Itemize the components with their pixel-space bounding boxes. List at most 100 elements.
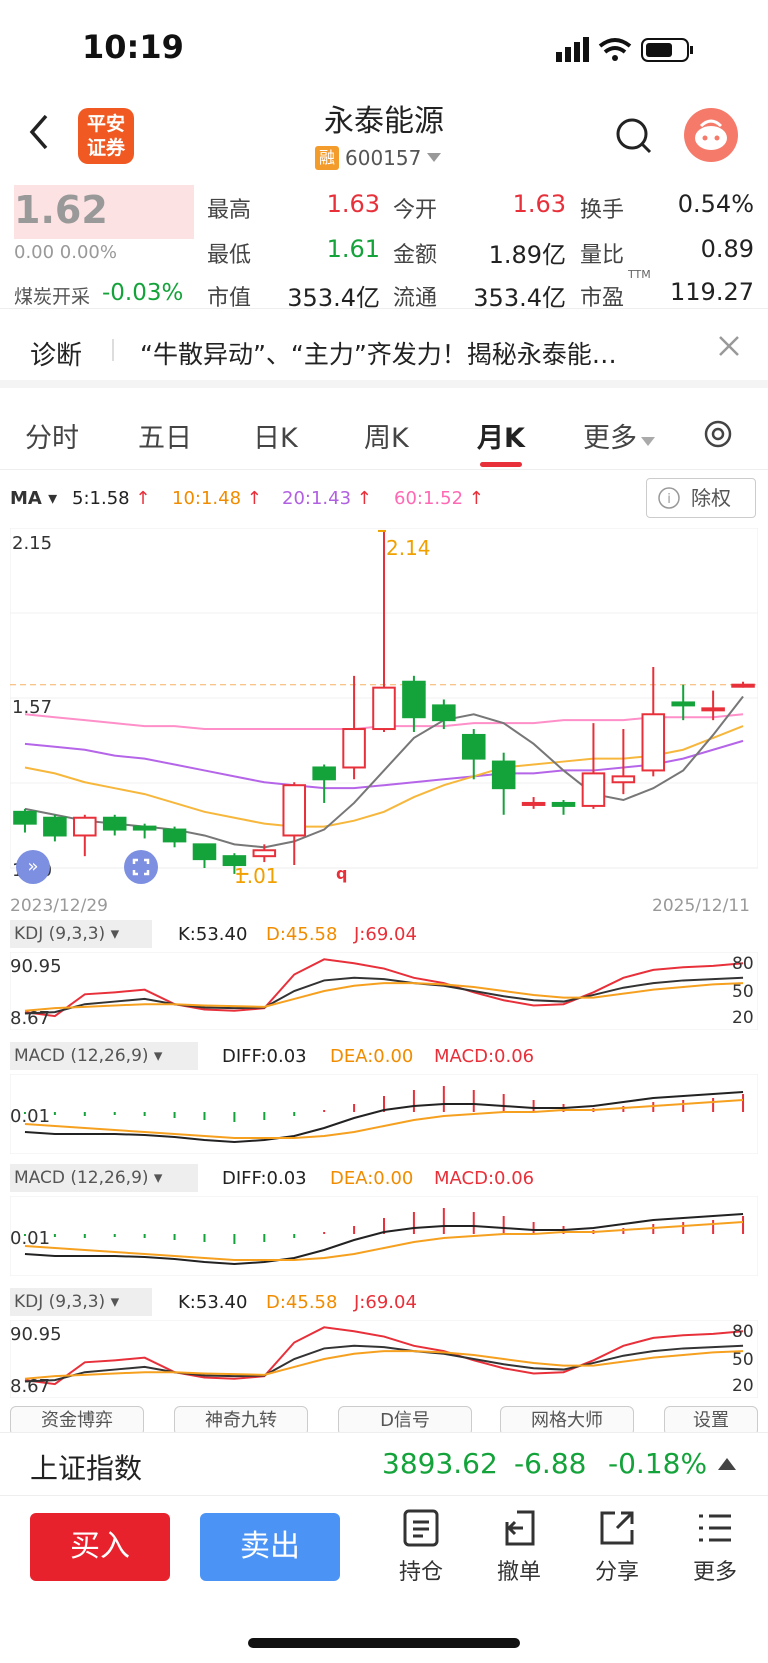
buy-button[interactable]: 买入 bbox=[30, 1513, 170, 1581]
panel-border bbox=[10, 1196, 758, 1276]
event-marker[interactable]: q bbox=[336, 864, 347, 883]
macd-chart bbox=[10, 1074, 758, 1154]
fullscreen-button[interactable] bbox=[124, 850, 158, 884]
quote-value: 1.63 bbox=[326, 190, 380, 218]
tab-more[interactable]: 更多 bbox=[583, 416, 655, 455]
fullscreen-icon bbox=[132, 858, 150, 876]
index-value: 3893.62 bbox=[382, 1447, 498, 1480]
stock-code: 600157 bbox=[345, 146, 422, 170]
ma10-value: 10:1.48 ↑ bbox=[172, 488, 262, 509]
candle-body bbox=[731, 683, 755, 688]
undo-order-icon bbox=[505, 1510, 535, 1546]
ex-rights-label: 除权 bbox=[691, 486, 731, 510]
kdj-level-80: 80 bbox=[732, 1322, 754, 1342]
candle-body bbox=[581, 772, 606, 807]
kdj-j-line bbox=[24, 1326, 744, 1386]
kdj-d: D:45.58 bbox=[266, 924, 338, 945]
cancel-label: 撤单 bbox=[496, 1560, 541, 1585]
more-button[interactable]: 更多 bbox=[680, 1508, 750, 1586]
candle-body bbox=[701, 707, 725, 712]
tab-weekly-k[interactable]: 周K bbox=[364, 416, 409, 455]
macd-dea: DEA:0.00 bbox=[330, 1046, 414, 1067]
kdj-axis-top: 90.95 bbox=[10, 1324, 62, 1345]
tab-intraday[interactable]: 分时 bbox=[25, 416, 79, 455]
candle-body bbox=[132, 825, 157, 831]
low-marker-label: 1.01 bbox=[234, 864, 279, 888]
candle-body bbox=[521, 801, 546, 806]
macd-selector[interactable]: MACD (12,26,9) ▾ bbox=[10, 1042, 198, 1070]
candle-body bbox=[312, 766, 336, 781]
assistant-button[interactable] bbox=[684, 108, 738, 162]
diagnosis-headline[interactable]: “牛散异动”、“主力”齐发力！揭秘永泰能… bbox=[140, 335, 617, 371]
kdj-k: K:53.40 bbox=[178, 1292, 248, 1313]
search-button[interactable] bbox=[614, 116, 654, 156]
signal-wifi-battery-icon bbox=[556, 37, 693, 62]
document-icon bbox=[403, 1509, 439, 1547]
ex-rights-button[interactable]: i 除权 bbox=[646, 478, 756, 518]
period-tabs: 分时 五日 日K 周K 月K 更多 bbox=[0, 400, 768, 470]
tab-five-day[interactable]: 五日 bbox=[138, 416, 192, 455]
gear-icon bbox=[704, 420, 732, 448]
caret-up-icon[interactable] bbox=[718, 1457, 736, 1471]
quote-label: 最低 bbox=[207, 243, 252, 268]
macd-axis: 0.01 bbox=[10, 1228, 51, 1249]
ma10-line bbox=[24, 725, 744, 828]
candle-body bbox=[13, 810, 37, 825]
candle-body bbox=[282, 784, 307, 837]
quote-label: 最高 bbox=[207, 198, 252, 223]
macd-dea: DEA:0.00 bbox=[330, 1168, 414, 1189]
diagnosis-bar[interactable]: 诊断 “牛散异动”、“主力”齐发力！揭秘永泰能… bbox=[0, 308, 768, 388]
macd-title: MACD (12,26,9) bbox=[14, 1168, 149, 1188]
menu-icon bbox=[699, 1514, 731, 1542]
active-tab-indicator bbox=[480, 462, 522, 467]
macd-chart-2 bbox=[10, 1196, 758, 1276]
close-icon bbox=[719, 336, 739, 356]
quote-label: 今开 bbox=[393, 198, 438, 223]
sector-name[interactable]: 煤炭开采 bbox=[14, 282, 90, 309]
chart-settings-button[interactable] bbox=[700, 416, 736, 452]
kdj-level-20: 20 bbox=[732, 1376, 754, 1396]
tab-daily-k[interactable]: 日K bbox=[253, 416, 298, 455]
current-price: 1.62 bbox=[14, 188, 108, 232]
candle-body bbox=[372, 686, 396, 731]
more-label: 更多 bbox=[692, 1560, 737, 1585]
kdj-j: J:69.04 bbox=[354, 1292, 417, 1313]
double-chevron-icon: » bbox=[27, 856, 39, 877]
candle-body bbox=[671, 701, 695, 707]
ma5-value: 5:1.58 ↑ bbox=[72, 488, 151, 509]
kdj-j: J:69.04 bbox=[354, 924, 417, 945]
ma-label[interactable]: MA ▾ bbox=[10, 488, 57, 509]
expand-chart-button[interactable]: » bbox=[16, 850, 50, 884]
date-end: 2025/12/11 bbox=[652, 896, 750, 916]
share-label: 分享 bbox=[594, 1560, 639, 1585]
kdj-level-20: 20 bbox=[732, 1008, 754, 1028]
kdj-chart-2 bbox=[10, 1320, 758, 1398]
candle-body bbox=[102, 816, 127, 831]
kdj-axis-bottom: 8.67 bbox=[10, 1008, 51, 1029]
share-button[interactable]: 分享 bbox=[582, 1508, 652, 1586]
cancel-order-button[interactable]: 撤单 bbox=[484, 1508, 554, 1586]
macd-diff: DIFF:0.03 bbox=[222, 1168, 307, 1189]
candle-body bbox=[461, 733, 486, 760]
ma-text: MA bbox=[10, 488, 42, 509]
index-ticker[interactable]: 上证指数 3893.62 -6.88 -0.18% bbox=[0, 1432, 768, 1496]
kdj-selector[interactable]: KDJ (9,3,3) ▾ bbox=[10, 920, 152, 948]
macd-selector-2[interactable]: MACD (12,26,9) ▾ bbox=[10, 1164, 198, 1192]
holdings-button[interactable]: 持仓 bbox=[386, 1508, 456, 1586]
kdj-d-line bbox=[24, 982, 744, 1012]
info-icon: i bbox=[658, 487, 680, 509]
tab-monthly-k[interactable]: 月K bbox=[477, 416, 525, 455]
share-icon bbox=[600, 1511, 634, 1545]
candlestick-chart[interactable] bbox=[10, 528, 758, 882]
diagnosis-label: 诊断 bbox=[30, 341, 83, 371]
sell-button[interactable]: 卖出 bbox=[200, 1513, 340, 1581]
macd-axis: 0.01 bbox=[10, 1106, 51, 1127]
candle-body bbox=[402, 680, 426, 719]
ma10-text: 10:1.48 bbox=[172, 488, 242, 509]
close-button[interactable] bbox=[712, 329, 746, 363]
tab-more-label: 更多 bbox=[583, 423, 637, 454]
candle-body bbox=[491, 760, 516, 790]
stock-code-selector[interactable]: 融 600157 bbox=[315, 146, 442, 170]
index-name: 上证指数 bbox=[30, 1452, 143, 1485]
kdj-selector-2[interactable]: KDJ (9,3,3) ▾ bbox=[10, 1288, 152, 1316]
